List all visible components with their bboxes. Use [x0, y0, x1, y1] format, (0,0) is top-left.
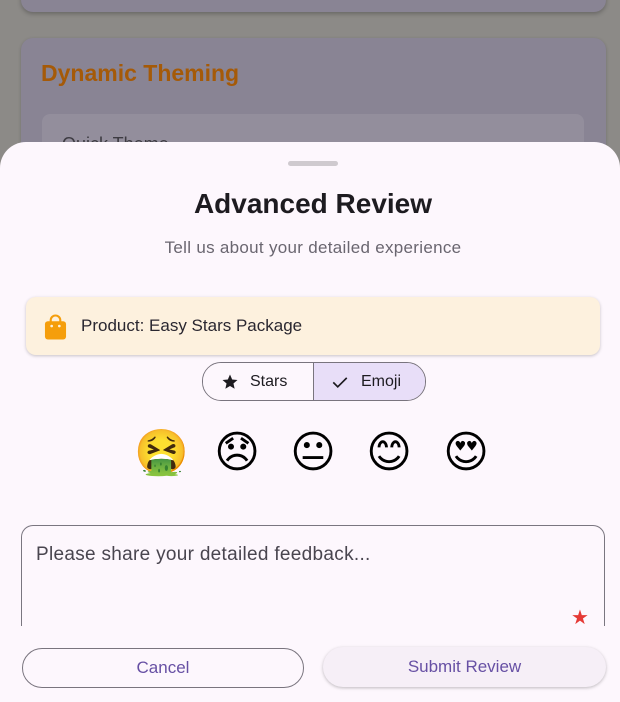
advanced-review-sheet: Advanced Review Tell us about your detai… [0, 142, 620, 702]
heart-eyes-emoji-button[interactable]: 😍 [440, 427, 492, 479]
stars-mode-label: Stars [250, 373, 288, 390]
submit-review-button[interactable]: Submit Review [323, 647, 606, 687]
check-icon [332, 377, 348, 389]
rating-mode-toggle: Stars Emoji [202, 362, 426, 401]
disappointed-emoji-button[interactable]: 😞 [211, 427, 263, 479]
sheet-title: Advanced Review [193, 188, 433, 219]
sheet-subtitle: Tell us about your detailed experience [164, 238, 462, 257]
dynamic-theming-title: Dynamic Theming [41, 60, 240, 86]
product-info-card: Product: Easy Stars Package [26, 297, 600, 355]
star-icon [222, 374, 238, 389]
stars-mode-button[interactable]: Stars [203, 363, 314, 400]
action-bar: Cancel Submit Review [0, 626, 620, 702]
emoji-mode-button[interactable]: Emoji [314, 363, 425, 400]
feedback-placeholder: Please share your detailed feedback... [36, 544, 371, 565]
drag-handle[interactable] [288, 161, 338, 166]
emoji-mode-label: Emoji [361, 373, 402, 390]
nauseated-emoji-button[interactable]: 🤮 [134, 427, 189, 479]
emoji-rating-row: 🤮 😞 😐 😊 😍 [0, 427, 620, 487]
cancel-button[interactable]: Cancel [22, 648, 304, 688]
neutral-emoji-button[interactable]: 😐 [287, 427, 339, 479]
smiling-emoji-button[interactable]: 😊 [363, 427, 415, 479]
shopping-bag-icon [44, 314, 67, 340]
background-card [21, 0, 606, 12]
product-label: Product: Easy Stars Package [81, 316, 303, 335]
